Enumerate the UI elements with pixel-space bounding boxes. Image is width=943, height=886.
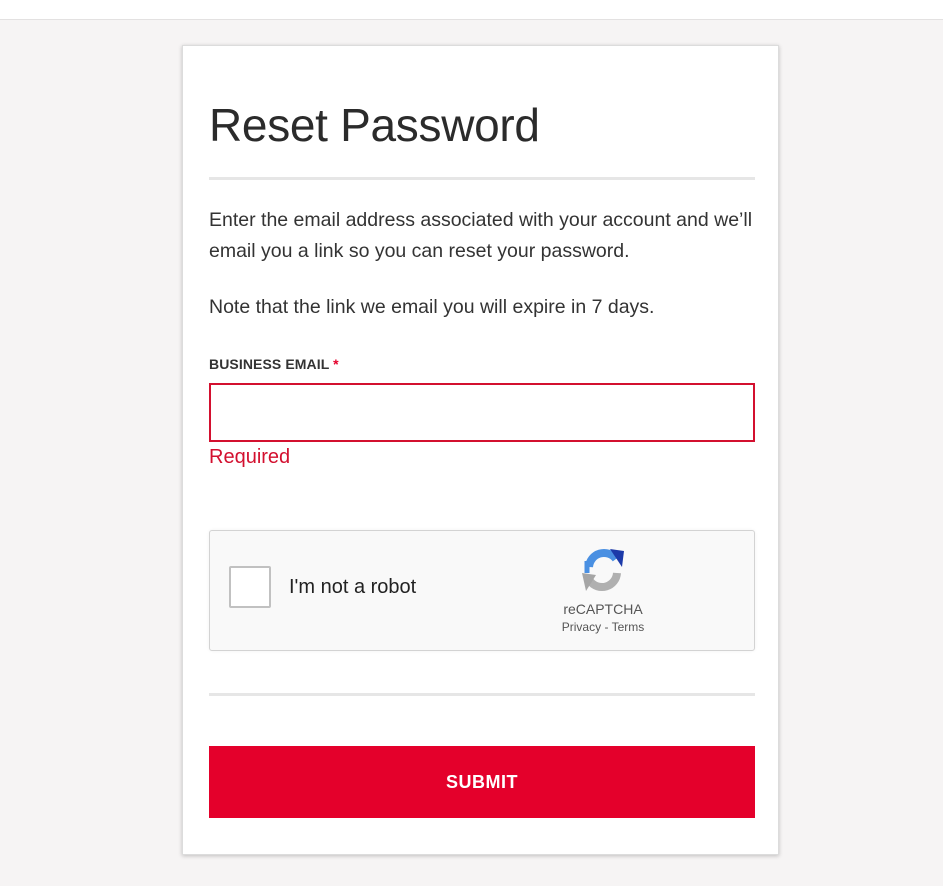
- email-label-text: BUSINESS EMAIL: [209, 356, 330, 372]
- recaptcha-logo-icon: [582, 549, 624, 591]
- top-bar: [0, 0, 943, 20]
- recaptcha-links: Privacy - Terms: [536, 620, 670, 634]
- reset-password-card: Reset Password Enter the email address a…: [182, 45, 779, 855]
- recaptcha-checkbox[interactable]: [229, 566, 271, 608]
- title-divider: [209, 177, 755, 180]
- email-label: BUSINESS EMAIL *: [209, 356, 339, 372]
- required-marker: *: [333, 356, 339, 372]
- submit-button[interactable]: SUBMIT: [209, 746, 755, 818]
- page-title: Reset Password: [209, 99, 540, 151]
- form-divider: [209, 693, 755, 696]
- recaptcha-checkbox-label: I'm not a robot: [289, 576, 417, 598]
- recaptcha-privacy-link[interactable]: Privacy: [562, 620, 601, 634]
- instructions-text: Enter the email address associated with …: [209, 209, 753, 262]
- expiry-note: Note that the link we email you will exp…: [209, 296, 655, 318]
- email-error-message: Required: [209, 446, 291, 468]
- business-email-input[interactable]: [209, 383, 755, 442]
- recaptcha-brand: reCAPTCHA: [563, 601, 643, 617]
- recaptcha-link-separator: -: [604, 620, 609, 634]
- recaptcha-terms-link[interactable]: Terms: [612, 620, 645, 634]
- recaptcha-widget: I'm not a robot reCAPTCHA Privacy - Term…: [209, 530, 755, 651]
